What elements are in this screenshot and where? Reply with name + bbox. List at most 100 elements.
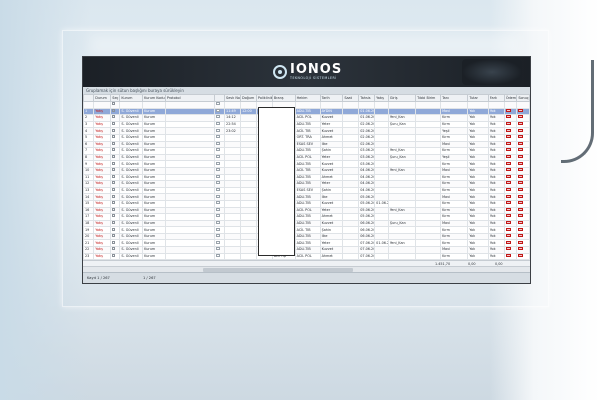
row-cell-k[interactable]: S. Güvenli xyxy=(119,219,144,228)
table-row[interactable]: 23YatışS. GüvenliKurumAcil TıpACİL POLAh… xyxy=(83,252,530,261)
row-checkbox[interactable] xyxy=(110,114,121,122)
row-cell-hk[interactable]: ADLI-TIB xyxy=(294,246,321,254)
row-status[interactable]: Yatış xyxy=(93,199,112,208)
checkbox-icon[interactable] xyxy=(112,148,116,152)
row-cell-gi[interactable]: 04.06.2020 xyxy=(358,186,376,195)
row-cell-od[interactable]: Yok xyxy=(467,107,489,116)
row-checkbox[interactable] xyxy=(110,219,121,228)
row-cell-dg[interactable] xyxy=(239,114,257,122)
row-cell-hk[interactable]: ACİL POL xyxy=(294,252,321,261)
row-result[interactable] xyxy=(516,252,530,261)
row-result[interactable] xyxy=(516,232,530,241)
row-cell-n[interactable]: 23 xyxy=(83,252,95,261)
row-cell-gi[interactable]: 02.06.2020 xyxy=(358,120,376,129)
row-result[interactable] xyxy=(516,153,530,162)
row-cell-gi[interactable]: 05.06.2020 xyxy=(358,199,376,208)
row-cell-gi[interactable]: 03.06.2020 xyxy=(358,153,376,162)
table-row[interactable]: 16YatışS. GüvenliKurumAcil TıpACİL POLYe… xyxy=(83,206,530,215)
row-document[interactable] xyxy=(213,153,226,162)
row-cell-sv[interactable] xyxy=(224,173,241,182)
table-row[interactable]: 7YatışS. GüvenliKurumAcil TıpADLI-TIBŞah… xyxy=(83,147,530,155)
row-document[interactable] xyxy=(213,133,226,142)
row-cell-od2[interactable]: Yok xyxy=(487,219,505,228)
row-document[interactable] xyxy=(213,120,226,129)
row-cell-fa[interactable]: Kırm xyxy=(440,180,469,188)
row-cell-p[interactable] xyxy=(164,186,215,195)
row-cell-fa[interactable]: Kırm xyxy=(440,239,469,248)
row-result[interactable] xyxy=(503,239,518,248)
row-status[interactable]: Yatış xyxy=(93,232,112,241)
row-cell-tr[interactable]: İlke xyxy=(319,232,344,241)
row-cell-tb[interactable] xyxy=(374,114,389,122)
row-document[interactable] xyxy=(213,180,226,188)
checkbox-icon[interactable] xyxy=(112,221,116,224)
row-document[interactable] xyxy=(213,206,226,215)
row-cell-sv[interactable] xyxy=(224,213,241,221)
row-cell-dg[interactable] xyxy=(239,133,257,142)
row-cell-tr[interactable]: Ahmet xyxy=(319,252,344,261)
row-cell-sa[interactable] xyxy=(342,160,360,168)
row-cell-tu[interactable] xyxy=(415,133,442,142)
checkbox-icon[interactable] xyxy=(112,174,116,178)
row-cell-gi[interactable]: 06.06.2020 xyxy=(358,232,376,241)
row-cell-dg[interactable] xyxy=(239,180,257,188)
row-cell-ta[interactable] xyxy=(387,101,417,109)
row-cell-ta[interactable]: Şuru_Kan xyxy=(387,153,417,162)
row-cell-tu[interactable] xyxy=(415,101,442,109)
row-result[interactable] xyxy=(516,127,530,135)
row-result[interactable] xyxy=(503,186,518,195)
row-cell-hk[interactable]: ORT. TRA xyxy=(294,133,321,142)
row-cell-k[interactable]: S. Güvenli xyxy=(119,153,144,162)
row-cell-tb[interactable] xyxy=(374,160,389,168)
row-cell-ta[interactable]: Yeni_Kan xyxy=(387,114,417,122)
row-result[interactable] xyxy=(516,133,530,142)
table-row[interactable]: 11YatışS. GüvenliKurumAcil TıpADLI-TIBAh… xyxy=(83,173,530,182)
row-cell-hk[interactable]: ACİL POL xyxy=(294,114,321,122)
row-cell-k[interactable]: S. Güvenli xyxy=(119,147,144,155)
row-result[interactable] xyxy=(503,101,518,109)
row-cell-gi[interactable]: 03.06.2020 xyxy=(358,160,376,168)
row-result[interactable] xyxy=(516,101,530,109)
row-cell-fa[interactable]: Kırm xyxy=(440,206,469,215)
row-cell-p[interactable] xyxy=(164,193,215,201)
row-cell-fa[interactable]: Kırm xyxy=(440,160,469,168)
row-cell-tr[interactable]: Kuvvet xyxy=(319,160,344,168)
row-cell-tb[interactable]: 01.06.2020 xyxy=(374,239,389,248)
row-cell-gi[interactable]: 02.06.2020 xyxy=(358,140,376,149)
row-cell-p[interactable] xyxy=(164,199,215,208)
row-result[interactable] xyxy=(516,114,530,122)
checkbox-icon[interactable] xyxy=(112,247,116,251)
checkbox-icon[interactable] xyxy=(112,214,116,218)
row-cell-fa[interactable]: Mavi xyxy=(440,107,469,116)
row-cell-gi[interactable] xyxy=(358,101,376,109)
row-cell-kk[interactable]: Kurum xyxy=(142,120,166,129)
row-cell-gi[interactable]: 05.06.2020 xyxy=(358,213,376,221)
row-cell-tb[interactable] xyxy=(374,153,389,162)
table-row[interactable]: 14YatışS. GüvenliKurumAcil TıpADLI-TIBİl… xyxy=(83,193,530,201)
row-checkbox[interactable] xyxy=(110,133,121,142)
row-cell-p[interactable] xyxy=(164,206,215,215)
row-cell-p[interactable] xyxy=(164,120,215,129)
column-header[interactable]: Saat xyxy=(342,94,360,102)
checkbox-icon[interactable] xyxy=(112,115,116,119)
row-cell-tu[interactable] xyxy=(415,166,442,175)
row-cell-n[interactable]: 20 xyxy=(83,232,95,241)
row-cell-od[interactable]: Yok xyxy=(467,153,489,162)
checkbox-icon[interactable] xyxy=(112,227,116,231)
row-status[interactable]: Yatış xyxy=(93,120,112,129)
row-status[interactable]: Yatış xyxy=(93,239,112,248)
row-status[interactable]: Yatış xyxy=(93,206,112,215)
row-cell-hk[interactable]: ADLI-TIB xyxy=(294,120,321,129)
row-cell-sv[interactable] xyxy=(224,232,241,241)
row-cell-sv[interactable]: 22:54 xyxy=(224,120,241,129)
row-cell-dg[interactable] xyxy=(239,232,257,241)
row-cell-fa[interactable]: Kırm xyxy=(440,199,469,208)
column-header[interactable]: Doğum xyxy=(239,94,257,102)
row-cell-ta[interactable]: Yeni_Kan xyxy=(387,206,417,215)
row-status[interactable]: Yatış xyxy=(93,226,112,234)
row-cell-fa[interactable]: Kırm xyxy=(440,252,469,261)
row-cell-sv[interactable] xyxy=(224,193,241,201)
row-cell-hk[interactable]: ADLI-TIB xyxy=(294,232,321,241)
row-cell-p[interactable] xyxy=(164,239,215,248)
row-cell-tb[interactable] xyxy=(374,120,389,129)
